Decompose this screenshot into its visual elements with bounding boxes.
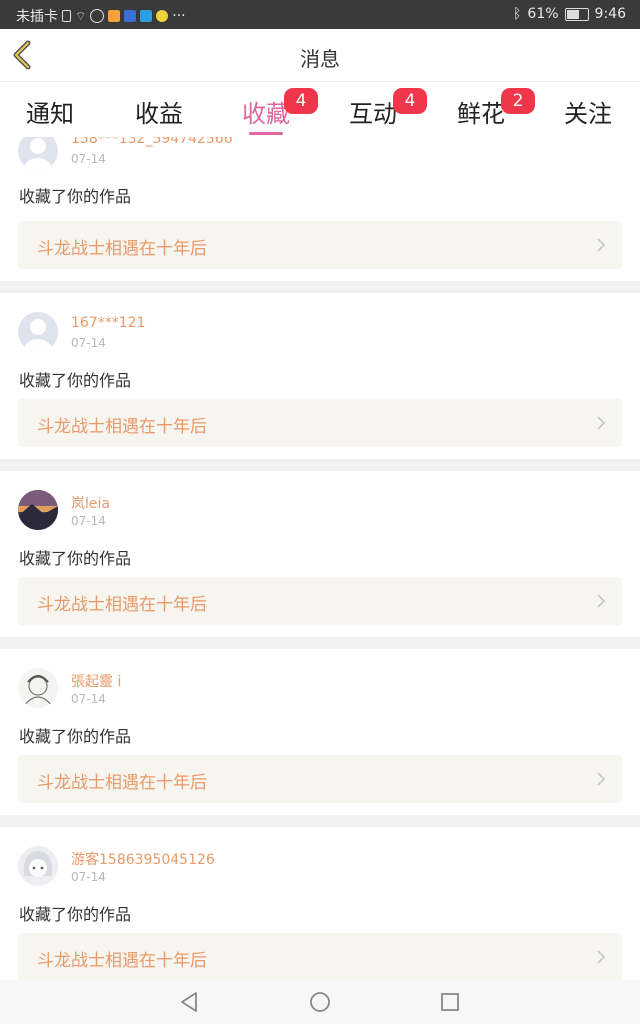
tab-earnings[interactable]: 收益 xyxy=(119,94,199,129)
tab-bar: 通知 收益 收藏 4 互动 4 鲜花 2 关注 xyxy=(0,81,640,138)
action-text: 收藏了你的作品 xyxy=(19,727,132,746)
timestamp: 07-14 xyxy=(71,692,106,706)
tab-label: 关注 xyxy=(564,100,612,128)
default-avatar-icon xyxy=(24,319,52,352)
chevron-right-icon xyxy=(597,772,606,786)
tab-label: 收藏 xyxy=(242,100,290,128)
status-bar: 未插卡 ⌔ ··· ᛒ 61% 9:46 xyxy=(0,0,640,29)
tab-interactions[interactable]: 互动 4 xyxy=(333,88,427,129)
list-item: 張起靈 i 07-14 收藏了你的作品 斗龙战士相遇在十年后 xyxy=(0,649,640,815)
work-link[interactable]: 斗龙战士相遇在十年后 xyxy=(18,933,622,980)
work-title: 斗龙战士相遇在十年后 xyxy=(37,595,207,615)
action-text: 收藏了你的作品 xyxy=(19,187,132,206)
unread-badge: 2 xyxy=(501,88,535,114)
chevron-right-icon xyxy=(597,950,606,964)
k-app-icon xyxy=(90,9,105,23)
clock: 9:46 xyxy=(594,6,626,22)
chevron-right-icon xyxy=(597,416,606,430)
username[interactable]: 張起靈 i xyxy=(71,671,121,691)
face-icon xyxy=(156,10,169,22)
anime-avatar-icon xyxy=(23,851,53,877)
system-nav-bar xyxy=(0,980,640,1024)
rss-icon xyxy=(108,10,121,22)
battery-icon xyxy=(564,7,589,21)
chevron-right-icon xyxy=(597,594,606,608)
tab-label: 收益 xyxy=(135,100,183,128)
avatar[interactable] xyxy=(18,312,58,352)
active-tab-indicator xyxy=(249,132,283,135)
tab-flowers[interactable]: 鲜花 2 xyxy=(441,88,535,129)
action-text: 收藏了你的作品 xyxy=(19,549,132,568)
work-link[interactable]: 斗龙战士相遇在十年后 xyxy=(18,399,622,447)
list-item: 岚leia 07-14 收藏了你的作品 斗龙战士相遇在十年后 xyxy=(0,471,640,637)
unread-badge: 4 xyxy=(393,88,427,114)
message-list[interactable]: 158***132_594742566 07-14 收藏了你的作品 斗龙战士相遇… xyxy=(0,137,640,980)
tab-label: 互动 xyxy=(349,100,397,128)
recents-square-icon[interactable] xyxy=(436,988,464,1016)
bluetooth-icon: ᛒ xyxy=(513,6,522,22)
sim-icon xyxy=(62,10,71,22)
tab-label: 鲜花 xyxy=(457,100,505,128)
username[interactable]: 167***121 xyxy=(71,315,145,331)
unread-badge: 4 xyxy=(284,88,318,114)
action-text: 收藏了你的作品 xyxy=(19,905,132,924)
default-avatar-icon xyxy=(24,138,52,171)
timestamp: 07-14 xyxy=(71,336,106,350)
back-triangle-icon[interactable] xyxy=(176,988,204,1016)
username[interactable]: 158***132_594742566 xyxy=(71,137,233,147)
chevron-right-icon xyxy=(597,238,606,252)
tab-label: 通知 xyxy=(26,100,74,128)
work-title: 斗龙战士相遇在十年后 xyxy=(37,773,207,793)
avatar[interactable] xyxy=(18,137,58,171)
battery-percent: 61% xyxy=(527,6,559,22)
avatar[interactable] xyxy=(18,846,58,886)
carrier-label: 未插卡 xyxy=(16,9,58,25)
list-item: 游客1586395045126 07-14 收藏了你的作品 斗龙战士相遇在十年后 xyxy=(0,827,640,980)
work-link[interactable]: 斗龙战士相遇在十年后 xyxy=(18,221,622,269)
page-title: 消息 xyxy=(300,47,340,71)
browser-icon xyxy=(140,10,153,22)
work-title: 斗龙战士相遇在十年后 xyxy=(37,239,207,259)
timestamp: 07-14 xyxy=(71,514,106,528)
landscape-avatar-icon xyxy=(18,490,58,530)
tab-favorites[interactable]: 收藏 4 xyxy=(226,88,318,135)
work-title: 斗龙战士相遇在十年后 xyxy=(37,417,207,437)
timestamp: 07-14 xyxy=(71,870,106,884)
home-circle-icon[interactable] xyxy=(306,988,334,1016)
sketch-avatar-icon xyxy=(23,675,53,707)
header: 消息 xyxy=(0,29,640,81)
tab-notifications[interactable]: 通知 xyxy=(10,94,90,129)
timestamp: 07-14 xyxy=(71,152,106,166)
action-text: 收藏了你的作品 xyxy=(19,371,132,390)
wifi-icon: ⌔ xyxy=(75,8,87,23)
list-item: 167***121 07-14 收藏了你的作品 斗龙战士相遇在十年后 xyxy=(0,293,640,459)
work-title: 斗龙战士相遇在十年后 xyxy=(37,951,207,971)
avatar[interactable] xyxy=(18,668,58,708)
app-icon xyxy=(124,10,137,22)
avatar[interactable] xyxy=(18,490,58,530)
work-link[interactable]: 斗龙战士相遇在十年后 xyxy=(18,577,622,625)
work-link[interactable]: 斗龙战士相遇在十年后 xyxy=(18,755,622,803)
tab-follows[interactable]: 关注 xyxy=(548,94,628,129)
list-item: 158***132_594742566 07-14 收藏了你的作品 斗龙战士相遇… xyxy=(0,137,640,281)
username[interactable]: 岚leia xyxy=(71,493,110,513)
more-notifications: ··· xyxy=(172,8,186,24)
username[interactable]: 游客1586395045126 xyxy=(71,849,215,869)
